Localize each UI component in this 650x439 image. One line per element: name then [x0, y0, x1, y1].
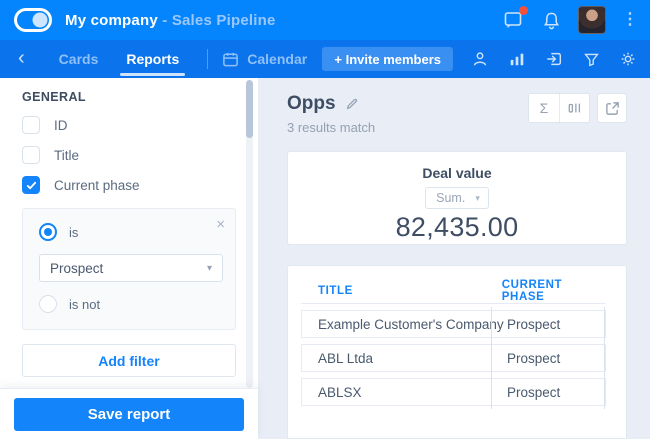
checkbox-checked[interactable]: [22, 176, 40, 194]
column-divider: [604, 341, 605, 375]
metric-title: Deal value: [422, 165, 491, 181]
report-fields-sidebar: GENERAL ID Title Current phase × is: [0, 78, 258, 439]
calendar-icon: [222, 51, 239, 68]
column-header-current-phase[interactable]: CURRENT PHASE: [487, 279, 606, 303]
deal-value-metric-card: Deal value Sum. ▾ 82,435.00: [287, 151, 627, 245]
cell-title: ABL Ltda: [302, 351, 491, 366]
radio-selected[interactable]: [39, 223, 57, 241]
tab-reports[interactable]: Reports: [112, 40, 193, 78]
sidebar-footer: Save report: [0, 388, 258, 439]
tab-cards[interactable]: Cards: [45, 40, 113, 78]
column-chart-icon: [568, 101, 582, 115]
cell-phase: Prospect: [492, 351, 604, 366]
pipe-nav-bar: ‹ Cards Reports Calendar + Invite member…: [0, 40, 650, 78]
table-row[interactable]: Example Customer's Company Prospect: [301, 310, 606, 338]
chart-view-button[interactable]: [559, 94, 589, 122]
metric-value: 82,435.00: [396, 212, 519, 243]
breadcrumb: My company - Sales Pipeline: [65, 12, 276, 29]
settings-gear-icon[interactable]: [618, 49, 638, 69]
view-toggle-group: Σ: [528, 93, 590, 123]
report-main-panel: Opps 3 results match Σ: [258, 78, 650, 439]
cell-title: Example Customer's Company: [302, 317, 491, 332]
cell-phase: Prospect: [492, 385, 604, 400]
field-checkbox-title[interactable]: Title: [22, 146, 236, 164]
table-row[interactable]: ABLSX Prospect: [301, 378, 606, 406]
column-divider: [604, 375, 605, 409]
phase-select-value: Prospect: [50, 261, 103, 276]
chevron-down-icon: ▾: [207, 263, 212, 274]
nav-divider: [207, 49, 208, 69]
bell-icon[interactable]: [540, 9, 562, 31]
edit-pencil-icon[interactable]: [345, 97, 359, 111]
results-table-card: TITLE CURRENT PHASE Example Customer's C…: [287, 265, 627, 439]
messages-icon[interactable]: [502, 9, 524, 31]
phase-filter-card: × is Prospect ▾ is not: [22, 208, 236, 330]
table-row[interactable]: ABL Ltda Prospect: [301, 344, 606, 372]
workspace-name: My company: [65, 12, 158, 29]
checkbox-unchecked[interactable]: [22, 146, 40, 164]
radio-is[interactable]: is: [39, 223, 223, 241]
filter-icon[interactable]: [581, 49, 601, 69]
sum-view-button[interactable]: Σ: [529, 94, 559, 122]
export-button[interactable]: [597, 93, 627, 123]
external-link-icon: [605, 101, 620, 116]
field-checkbox-id[interactable]: ID: [22, 116, 236, 134]
chevron-down-icon: ▾: [475, 193, 480, 204]
cell-phase: Prospect: [492, 317, 604, 332]
members-icon[interactable]: [470, 49, 490, 69]
aggregation-select[interactable]: Sum. ▾: [425, 187, 489, 209]
results-count: 3 results match: [287, 120, 375, 135]
column-header-title[interactable]: TITLE: [301, 285, 487, 297]
close-icon[interactable]: ×: [216, 217, 225, 232]
reports-chart-icon[interactable]: [507, 49, 527, 69]
phase-select[interactable]: Prospect ▾: [39, 254, 223, 282]
report-title: Opps: [287, 93, 336, 115]
cell-title: ABLSX: [302, 385, 491, 400]
app-logo-icon[interactable]: [14, 8, 52, 32]
radio-is-not[interactable]: is not: [39, 295, 223, 313]
notification-badge: [519, 6, 528, 15]
pipe-name: Sales Pipeline: [172, 12, 276, 29]
add-filter-button[interactable]: Add filter: [22, 344, 236, 377]
scrollbar-thumb[interactable]: [246, 80, 253, 138]
checkbox-unchecked[interactable]: [22, 116, 40, 134]
top-bar: My company - Sales Pipeline ⋮: [0, 0, 650, 40]
sigma-icon: Σ: [540, 100, 549, 116]
back-icon[interactable]: ‹: [18, 48, 25, 71]
save-report-button[interactable]: Save report: [14, 398, 244, 431]
table-header: TITLE CURRENT PHASE: [301, 278, 606, 304]
kebab-menu-icon[interactable]: ⋮: [622, 12, 638, 28]
import-icon[interactable]: [544, 49, 564, 69]
sidebar-scrollbar[interactable]: [246, 80, 253, 388]
radio-unselected[interactable]: [39, 295, 57, 313]
active-tab-underline: [120, 73, 185, 76]
column-divider: [604, 307, 605, 341]
user-avatar[interactable]: [578, 6, 606, 34]
section-title: GENERAL: [22, 90, 236, 104]
invite-members-button[interactable]: + Invite members: [322, 47, 453, 71]
field-checkbox-current-phase[interactable]: Current phase: [22, 176, 236, 194]
tab-calendar[interactable]: Calendar: [222, 51, 307, 68]
